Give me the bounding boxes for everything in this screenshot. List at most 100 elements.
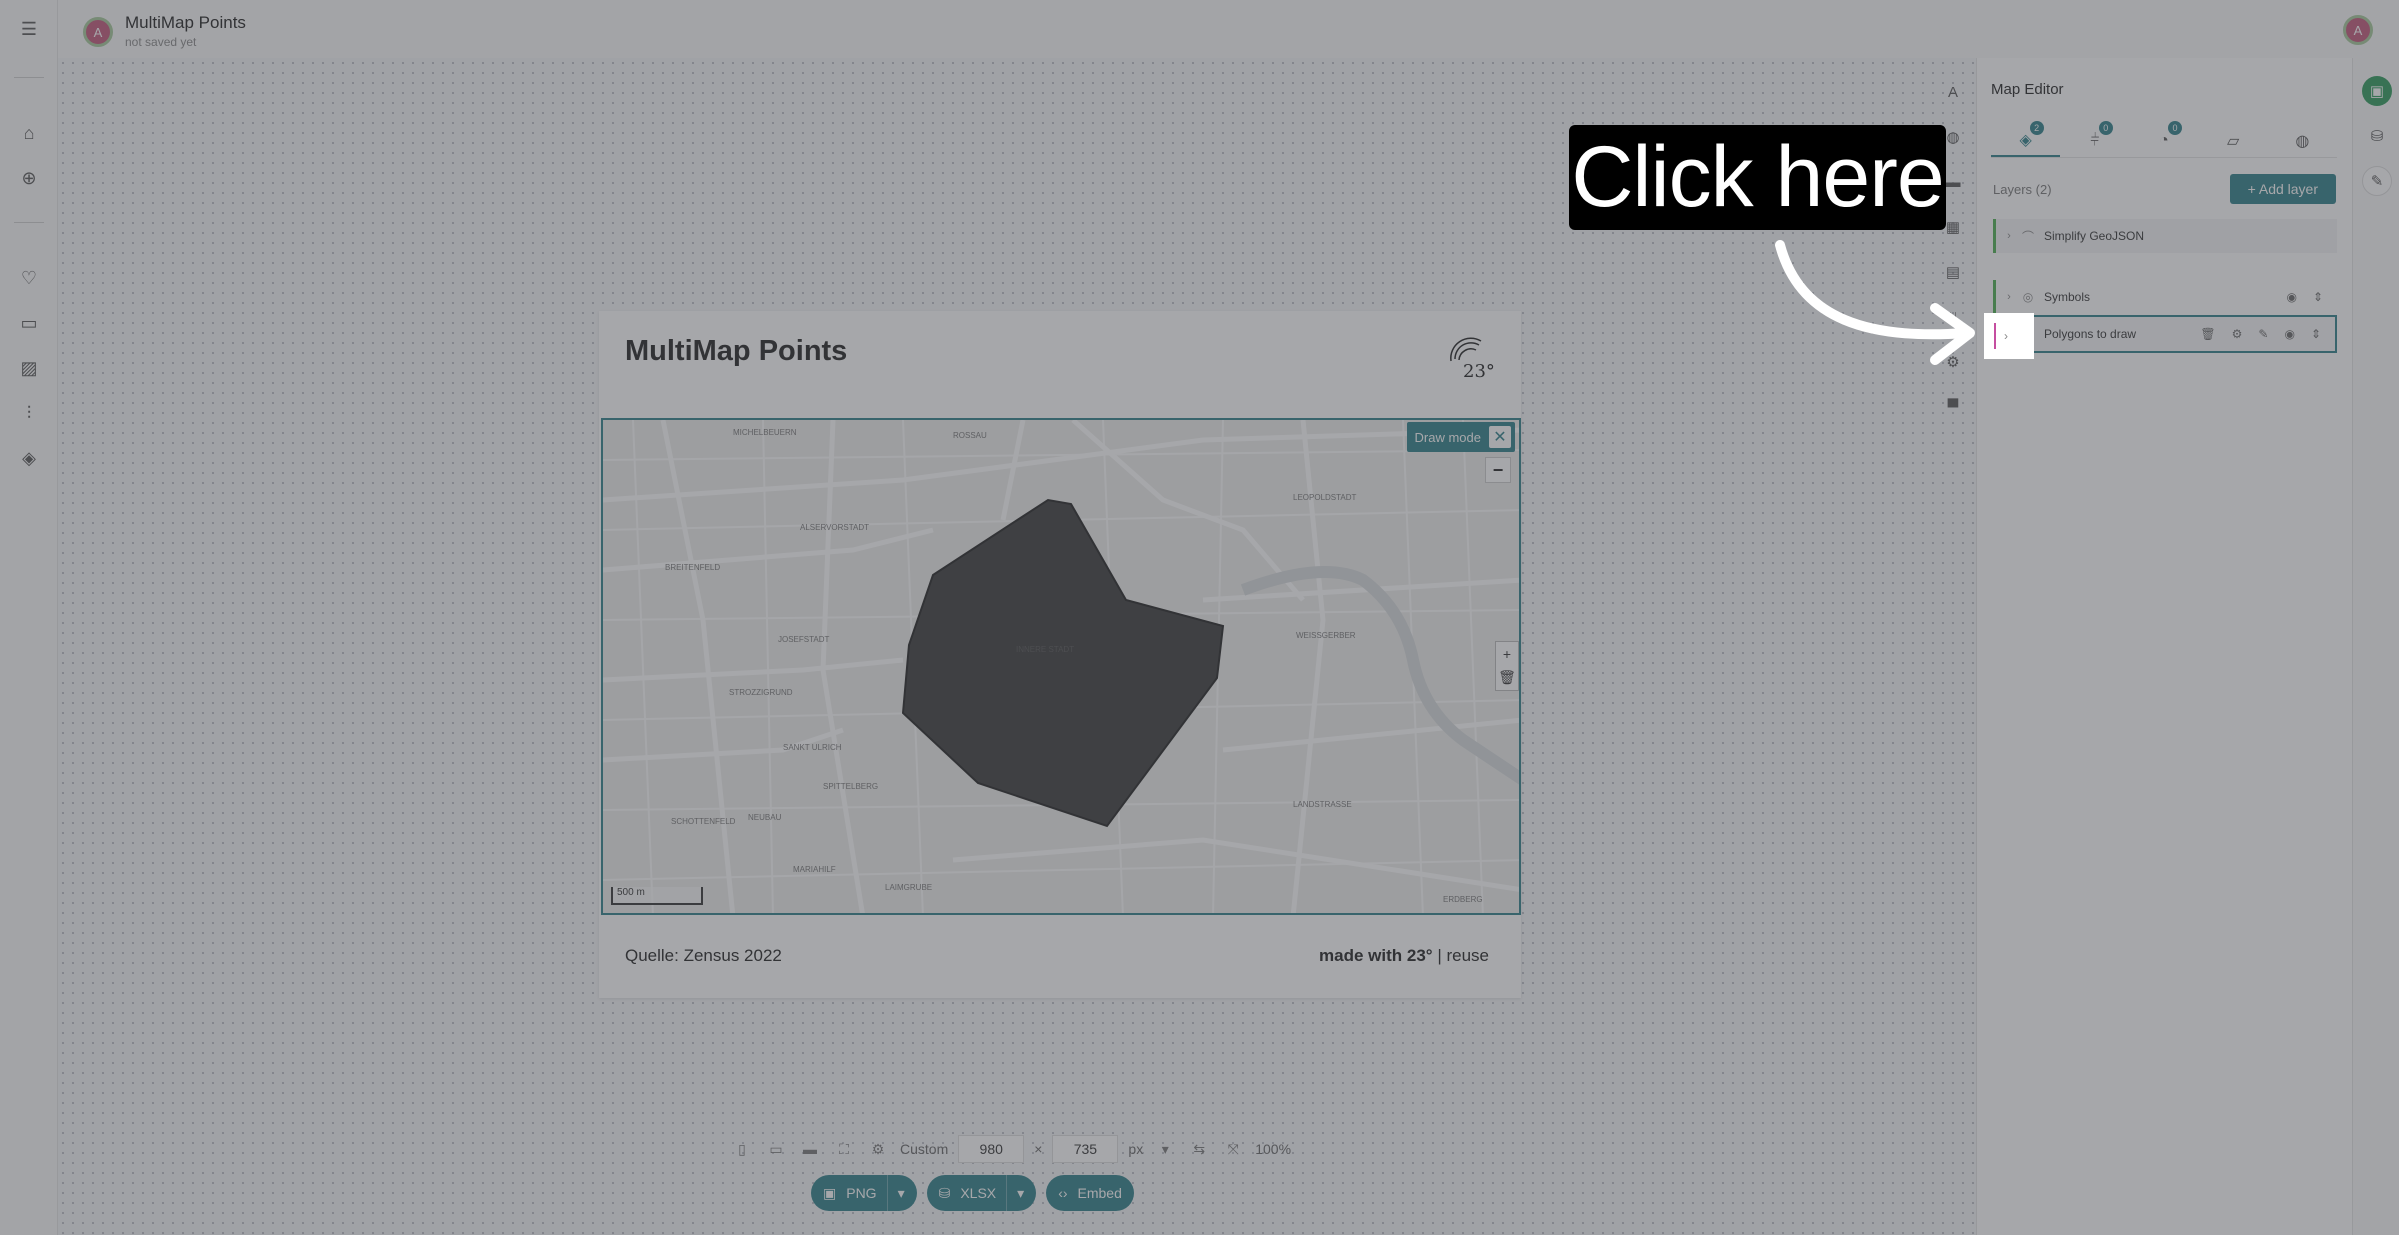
tab-badge: 0 bbox=[2098, 121, 2113, 135]
chevron-down-icon[interactable]: ▾ bbox=[1153, 1141, 1177, 1158]
trash-icon[interactable]: 🗑 bbox=[2200, 327, 2215, 341]
chevron-down-icon[interactable]: ▾ bbox=[898, 1185, 905, 1202]
svg-text:STROZZIGRUND: STROZZIGRUND bbox=[729, 688, 793, 697]
eye-icon[interactable]: ◉ bbox=[2284, 327, 2294, 341]
comment-icon[interactable]: ▬ bbox=[1943, 172, 1963, 192]
eye-icon[interactable]: ◉ bbox=[2286, 290, 2296, 304]
layer-row-symbols[interactable]: › ◎ Symbols ◉ ⇕ bbox=[1993, 280, 2337, 314]
tab-style[interactable]: ◔ 0 bbox=[2129, 121, 2198, 157]
svg-text:LEOPOLDSTADT: LEOPOLDSTADT bbox=[1293, 493, 1357, 502]
process-icon: ⌒ bbox=[2021, 229, 2034, 244]
chevron-right-icon[interactable]: › bbox=[2004, 329, 2008, 343]
svg-text:INNERE STADT: INNERE STADT bbox=[1016, 645, 1074, 654]
save-icon[interactable]: ▣ bbox=[2362, 76, 2392, 106]
tab-projection[interactable]: ◍ bbox=[2268, 124, 2337, 157]
zoom-out-button[interactable]: − bbox=[1485, 457, 1511, 483]
chevron-right-icon[interactable]: › bbox=[2000, 291, 2018, 303]
fullscreen-icon[interactable]: ⛶ bbox=[832, 1141, 856, 1158]
export-png-button[interactable]: ▣ PNG ▾ bbox=[811, 1175, 917, 1211]
avatar[interactable]: A bbox=[83, 17, 113, 47]
globe-icon[interactable]: ◍ bbox=[1943, 127, 1963, 147]
svg-text:ALSERVORSTADT: ALSERVORSTADT bbox=[800, 523, 869, 532]
tab-badge: 2 bbox=[2029, 121, 2044, 135]
tutorial-arrow-icon bbox=[1775, 240, 1975, 365]
image-icon[interactable]: ▨ bbox=[17, 356, 41, 380]
reuse-link[interactable]: reuse bbox=[1446, 946, 1489, 965]
add-layer-button[interactable]: + Add layer bbox=[2229, 174, 2336, 204]
document-title[interactable]: MultiMap Points bbox=[125, 13, 246, 33]
folder-icon[interactable]: ▭ bbox=[17, 311, 41, 335]
reorder-icon[interactable]: ⇕ bbox=[2311, 327, 2321, 341]
pencil-icon[interactable]: ✎ bbox=[2258, 327, 2268, 341]
paint-roller-icon[interactable]: ▀ bbox=[1943, 397, 1963, 417]
embed-label: Embed bbox=[1077, 1185, 1122, 1201]
logo-23-degrees: 23° bbox=[1450, 337, 1495, 382]
map-editor-panel: Map Editor ◈ 2 ⫩ 0 ◔ 0 ▱ ◍ Layers (2) + … bbox=[1976, 58, 2352, 1235]
export-xlsx-label: XLSX bbox=[960, 1185, 997, 1201]
unit-select[interactable]: px bbox=[1128, 1141, 1143, 1157]
height-input[interactable]: 735 bbox=[1052, 1135, 1119, 1163]
layers-icon: ◈ bbox=[2019, 131, 2032, 149]
zoom-level[interactable]: 100% bbox=[1255, 1141, 1291, 1157]
symbol-icon: ◎ bbox=[2022, 290, 2034, 304]
divider bbox=[1006, 1175, 1008, 1211]
heart-icon[interactable]: ♡ bbox=[17, 266, 41, 290]
left-rail: ☰ ⌂ ⊕ ♡ ▭ ▨ ⫶ ◈ bbox=[0, 0, 58, 1235]
svg-text:BREITENFELD: BREITENFELD bbox=[665, 563, 720, 572]
reorder-icon[interactable]: ⇕ bbox=[2313, 290, 2323, 304]
svg-text:MARIAHILF: MARIAHILF bbox=[793, 865, 836, 874]
user-avatar[interactable]: A bbox=[2343, 15, 2373, 45]
text-icon[interactable]: A bbox=[1943, 82, 1963, 102]
layer-name: Simplify GeoJSON bbox=[2044, 229, 2145, 243]
palette-icon: ◔ bbox=[2159, 131, 2169, 149]
chevron-down-icon[interactable]: ▾ bbox=[1017, 1185, 1024, 1202]
close-draw-mode-button[interactable]: ✕ bbox=[1489, 426, 1511, 448]
home-icon[interactable]: ⌂ bbox=[17, 121, 41, 145]
add-vertex-button[interactable]: + bbox=[1503, 646, 1511, 662]
made-with-label: made with 23° bbox=[1319, 946, 1433, 965]
tutorial-callout: Click here bbox=[1569, 125, 1946, 230]
export-row: ▣ PNG ▾ ⛁ XLSX ▾ ‹› Embed bbox=[811, 1175, 1134, 1211]
database-icon[interactable]: ⛁ bbox=[2362, 121, 2392, 151]
filter-icon: ⫩ bbox=[2090, 131, 2100, 149]
times-sign: × bbox=[1034, 1141, 1043, 1157]
sliders-icon[interactable]: ⫶ bbox=[17, 401, 41, 425]
gear-icon[interactable]: ⚙ bbox=[2232, 327, 2243, 341]
tab-basemap[interactable]: ▱ bbox=[2199, 124, 2268, 157]
svg-text:WEISSGERBER: WEISSGERBER bbox=[1296, 631, 1356, 640]
svg-text:LANDSTRASSE: LANDSTRASSE bbox=[1293, 800, 1352, 809]
menu-icon[interactable]: ☰ bbox=[17, 17, 41, 41]
phone-vertical-icon[interactable]: ▯ bbox=[730, 1141, 754, 1158]
layer-row-simplify[interactable]: › ⌒ Simplify GeoJSON bbox=[1993, 219, 2337, 253]
map-viewport[interactable]: MICHELBEUERN ROSSAU LEOPOLDSTADT ALSERVO… bbox=[601, 418, 1521, 915]
tablet-icon[interactable]: ▭ bbox=[764, 1141, 788, 1158]
svg-text:ROSSAU: ROSSAU bbox=[953, 431, 987, 440]
canvas-area: MultiMap Points 23° MICHELBEUERN ROSSAU … bbox=[58, 58, 1976, 1235]
zoom-icon[interactable]: ⤧ bbox=[1221, 1141, 1245, 1158]
svg-text:NEUBAU: NEUBAU bbox=[748, 813, 782, 822]
layer-name: Polygons to draw bbox=[2044, 327, 2137, 341]
draw-controls: + 🗑 bbox=[1495, 641, 1519, 691]
tab-layers[interactable]: ◈ 2 bbox=[1991, 121, 2061, 157]
link-icon[interactable]: ⇆ bbox=[1187, 1141, 1211, 1158]
preset-label[interactable]: Custom bbox=[900, 1141, 948, 1157]
layer-row-polygons[interactable]: › ⬠ Polygons to draw 🗑 ⚙ ✎ ◉ ⇕ bbox=[1993, 315, 2337, 353]
embed-button[interactable]: ‹› Embed bbox=[1046, 1175, 1134, 1211]
laptop-icon[interactable]: ▬ bbox=[798, 1141, 822, 1157]
layers-icon[interactable]: ◈ bbox=[17, 446, 41, 470]
tab-filters[interactable]: ⫩ 0 bbox=[2060, 121, 2129, 157]
spotlight-target[interactable]: › bbox=[1984, 313, 2034, 359]
rail-divider bbox=[14, 222, 44, 223]
width-input[interactable]: 980 bbox=[958, 1135, 1025, 1163]
pencil-icon[interactable]: ✎ bbox=[2362, 166, 2392, 196]
map-title[interactable]: MultiMap Points bbox=[625, 335, 847, 368]
draw-mode-label: Draw mode bbox=[1414, 429, 1481, 445]
layer-color-bar bbox=[1994, 323, 1996, 349]
export-xlsx-button[interactable]: ⛁ XLSX ▾ bbox=[926, 1175, 1037, 1211]
trash-icon[interactable]: 🗑 bbox=[1498, 669, 1516, 686]
svg-text:MICHELBEUERN: MICHELBEUERN bbox=[733, 428, 797, 437]
chevron-right-icon[interactable]: › bbox=[2000, 230, 2018, 242]
code-icon: ‹› bbox=[1058, 1185, 1068, 1201]
plus-circle-icon[interactable]: ⊕ bbox=[17, 166, 41, 190]
document-status: not saved yet bbox=[125, 35, 197, 49]
